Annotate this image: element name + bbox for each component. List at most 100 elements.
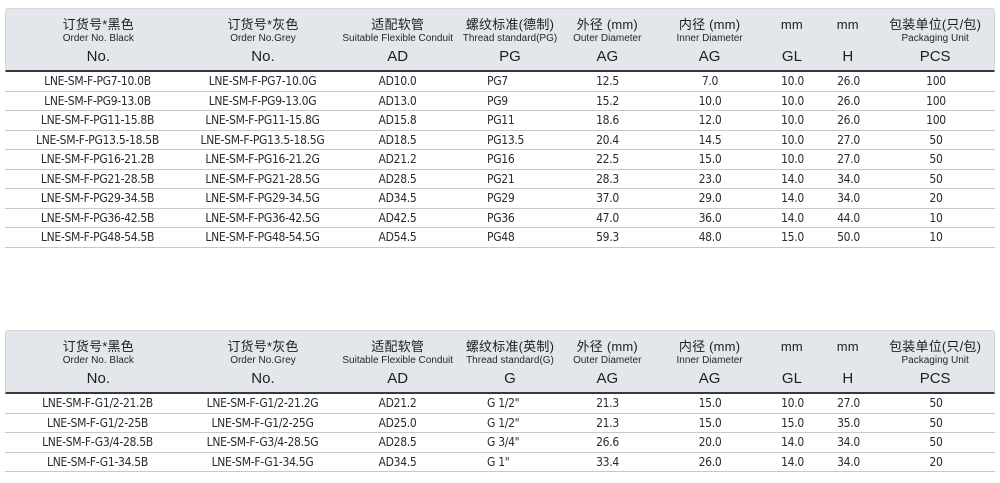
table-cell: 14.5 <box>655 133 765 147</box>
column-header-en: Suitable Flexible Conduit <box>335 33 460 45</box>
table-cell: 48.0 <box>655 230 765 244</box>
column-header-cn: 订货号*黑色 <box>6 339 191 355</box>
column-header-code: AD <box>335 370 460 388</box>
column-header-en <box>819 33 876 45</box>
table-cell: 50 <box>877 172 995 186</box>
table-cell: AD34.5 <box>335 455 460 469</box>
column-header: 外径 (mm)Outer DiameterAG <box>560 331 655 392</box>
table-cell: 10.0 <box>765 152 820 166</box>
table-cell: 50 <box>877 435 995 449</box>
table-cell: G 1" <box>460 455 560 469</box>
column-header-cn: 包装单位(只/包) <box>876 17 994 33</box>
column-header-cn: 包装单位(只/包) <box>876 339 994 355</box>
table-cell: LNE-SM-F-PG7-10.0B <box>5 74 190 88</box>
table-cell: 15.0 <box>655 396 765 410</box>
table-cell: 18.6 <box>560 113 655 127</box>
column-header-cn: 适配软管 <box>335 339 460 355</box>
table-cell: AD25.0 <box>335 416 460 430</box>
table-row: LNE-SM-F-PG21-28.5BLNE-SM-F-PG21-28.5GAD… <box>5 170 995 190</box>
table-cell: 10 <box>877 230 995 244</box>
column-header-en: Order No.Grey <box>191 355 336 367</box>
table-cell: 14.0 <box>765 191 820 205</box>
table-cell: 15.0 <box>765 230 820 244</box>
table-cell: 47.0 <box>560 211 655 225</box>
column-header-code: PCS <box>876 370 994 388</box>
table-row: LNE-SM-F-G3/4-28.5BLNE-SM-F-G3/4-28.5GAD… <box>5 433 995 453</box>
column-header-en: Packaging Unit <box>876 355 994 367</box>
column-header-en <box>764 355 819 367</box>
table-cell: LNE-SM-F-G1-34.5B <box>5 455 190 469</box>
table-cell: AD34.5 <box>335 191 460 205</box>
column-header: 螺纹标准(德制)Thread standard(PG)PG <box>460 9 560 70</box>
table-cell: 34.0 <box>820 435 877 449</box>
table-cell: 7.0 <box>655 74 765 88</box>
column-header-code: No. <box>6 370 191 388</box>
column-header: 订货号*黑色Order No. BlackNo. <box>6 9 191 70</box>
table-cell: 15.0 <box>655 152 765 166</box>
column-header-code: AG <box>655 48 765 66</box>
table-cell: LNE-SM-F-PG29-34.5B <box>5 191 190 205</box>
table-row: LNE-SM-F-PG48-54.5BLNE-SM-F-PG48-54.5GAD… <box>5 228 995 248</box>
table-cell: AD10.0 <box>335 74 460 88</box>
table-row: LNE-SM-F-PG9-13.0BLNE-SM-F-PG9-13.0GAD13… <box>5 92 995 112</box>
table-cell: 15.0 <box>765 416 820 430</box>
column-header: mmGL <box>764 331 819 392</box>
table-cell: 37.0 <box>560 191 655 205</box>
table-row: LNE-SM-F-PG13.5-18.5BLNE-SM-F-PG13.5-18.… <box>5 131 995 151</box>
table-cell: 26.0 <box>820 74 877 88</box>
table-cell: 50 <box>877 396 995 410</box>
table-cell: LNE-SM-F-G3/4-28.5B <box>5 435 190 449</box>
table-row: LNE-SM-F-PG16-21.2BLNE-SM-F-PG16-21.2GAD… <box>5 150 995 170</box>
column-header: 订货号*灰色Order No.GreyNo. <box>191 331 336 392</box>
column-header-code: H <box>819 48 876 66</box>
table-cell: 27.0 <box>820 133 877 147</box>
table-cell: PG48 <box>460 230 560 244</box>
table-cell: LNE-SM-F-PG48-54.5G <box>190 230 335 244</box>
table-cell: AD54.5 <box>335 230 460 244</box>
table-cell: 100 <box>877 113 995 127</box>
column-header-en: Packaging Unit <box>876 33 994 45</box>
g-thread-table: 订货号*黑色Order No. BlackNo.订货号*灰色Order No.G… <box>5 330 995 472</box>
column-header: 订货号*灰色Order No.GreyNo. <box>191 9 336 70</box>
column-header-en: Inner Diameter <box>655 355 765 367</box>
column-header: 内径 (mm)Inner DiameterAG <box>655 331 765 392</box>
table-header-row: 订货号*黑色Order No. BlackNo.订货号*灰色Order No.G… <box>5 8 995 72</box>
table-cell: 35.0 <box>820 416 877 430</box>
column-header-cn: 订货号*灰色 <box>191 339 336 355</box>
table-cell: 50.0 <box>820 230 877 244</box>
table-cell: LNE-SM-F-PG11-15.8B <box>5 113 190 127</box>
table-cell: LNE-SM-F-PG9-13.0G <box>190 94 335 108</box>
table-cell: LNE-SM-F-PG7-10.0G <box>190 74 335 88</box>
column-header-en <box>819 355 876 367</box>
column-header-code: PCS <box>876 48 994 66</box>
table-cell: 21.3 <box>560 416 655 430</box>
table-cell: PG16 <box>460 152 560 166</box>
table-cell: LNE-SM-F-PG48-54.5B <box>5 230 190 244</box>
column-header-cn: 外径 (mm) <box>560 339 655 355</box>
table-cell: 12.0 <box>655 113 765 127</box>
column-header-cn: 订货号*灰色 <box>191 17 336 33</box>
table-cell: LNE-SM-F-G1/2-21.2G <box>190 396 335 410</box>
column-header-cn: 外径 (mm) <box>560 17 655 33</box>
table-row: LNE-SM-F-PG11-15.8BLNE-SM-F-PG11-15.8GAD… <box>5 111 995 131</box>
table-cell: LNE-SM-F-PG36-42.5G <box>190 211 335 225</box>
table-cell: 50 <box>877 133 995 147</box>
table-cell: AD18.5 <box>335 133 460 147</box>
table-cell: AD28.5 <box>335 172 460 186</box>
table-cell: AD21.2 <box>335 152 460 166</box>
column-header: 包装单位(只/包)Packaging Unit PCS <box>876 9 994 70</box>
table-cell: PG11 <box>460 113 560 127</box>
column-header-code: No. <box>191 48 336 66</box>
table-cell: 29.0 <box>655 191 765 205</box>
table-row: LNE-SM-F-G1-34.5BLNE-SM-F-G1-34.5GAD34.5… <box>5 453 995 473</box>
table-cell: LNE-SM-F-PG36-42.5B <box>5 211 190 225</box>
table-cell: LNE-SM-F-G1/2-25G <box>190 416 335 430</box>
table-cell: 100 <box>877 74 995 88</box>
table-cell: PG36 <box>460 211 560 225</box>
column-header: 螺纹标准(英制)Thread standard(G)G <box>460 331 560 392</box>
table-row: LNE-SM-F-G1/2-21.2BLNE-SM-F-G1/2-21.2GAD… <box>5 394 995 414</box>
column-header-en: Inner Diameter <box>655 33 765 45</box>
table-cell: 10.0 <box>765 113 820 127</box>
column-header-en: Outer Diameter <box>560 355 655 367</box>
table-cell: 10 <box>877 211 995 225</box>
